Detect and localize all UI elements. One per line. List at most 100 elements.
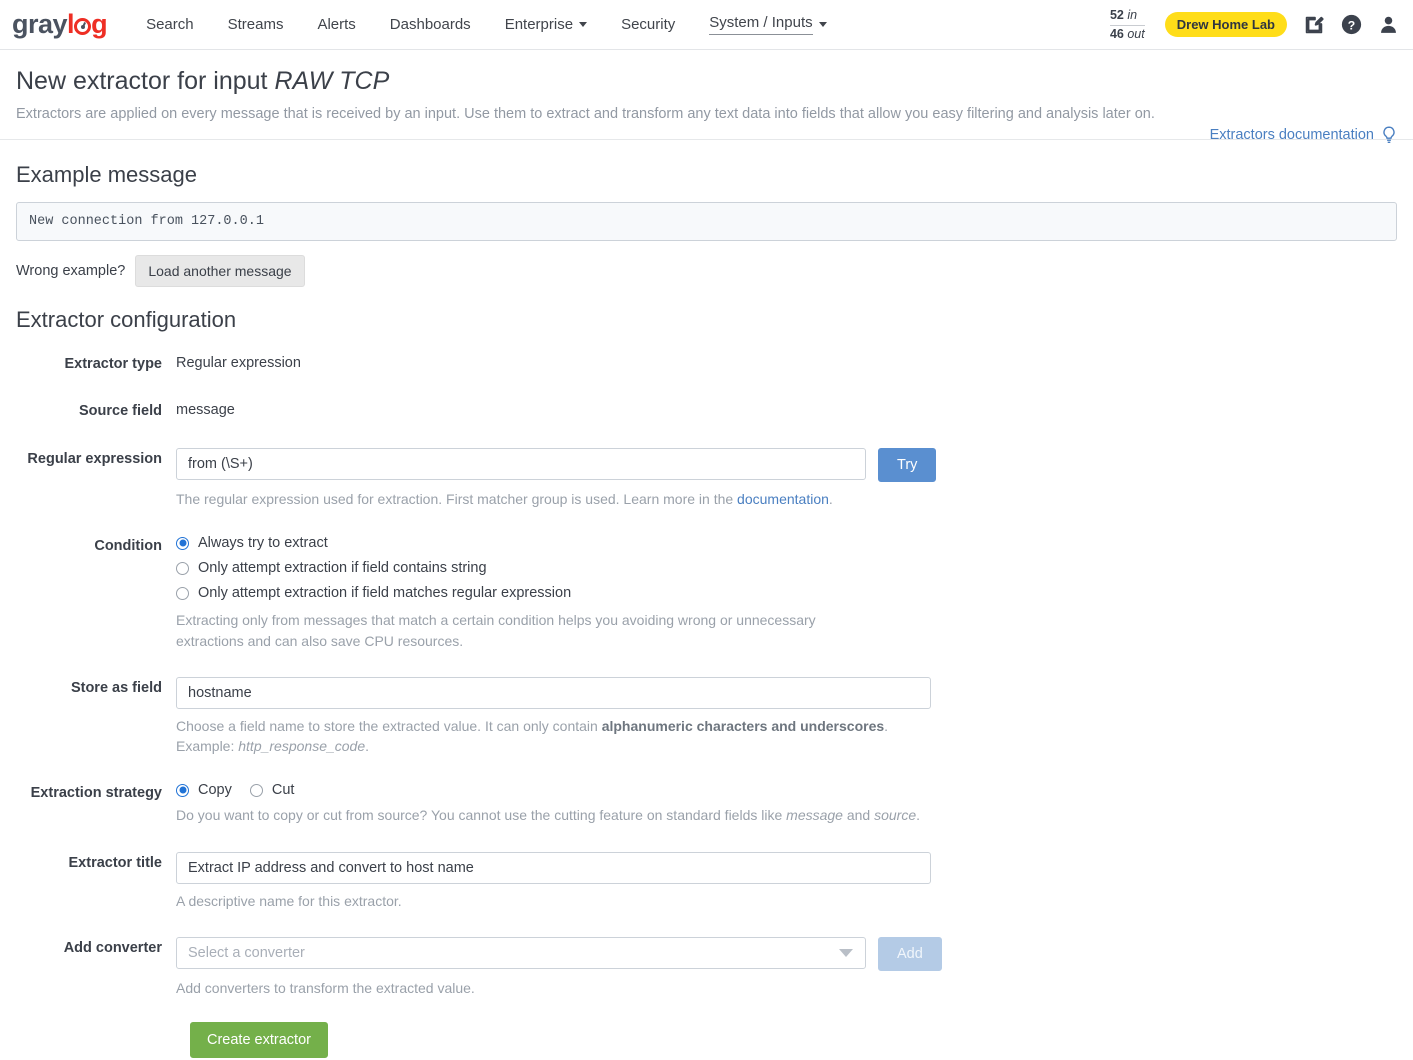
source-field-label: Source field xyxy=(79,403,162,420)
nav-item-dashboards[interactable]: Dashboards xyxy=(373,0,488,49)
nav-item-system-inputs[interactable]: System / Inputs xyxy=(692,0,843,49)
nav-label: Security xyxy=(621,16,676,33)
create-extractor-button[interactable]: Create extractor xyxy=(190,1022,328,1059)
throughput-out-label: out xyxy=(1127,26,1145,41)
form-row-extractor-title: Extractor title A descriptive name for t… xyxy=(16,846,1397,911)
extractor-title-input[interactable] xyxy=(176,851,931,884)
regex-documentation-link[interactable]: documentation xyxy=(737,491,829,507)
form-row-condition: Condition Always try to extract Only att… xyxy=(16,529,1397,651)
load-another-message-button[interactable]: Load another message xyxy=(135,254,305,287)
store-as-field-help: Choose a field name to store the extract… xyxy=(176,716,936,757)
svg-text:?: ? xyxy=(1348,18,1355,32)
wrong-example-row: Wrong example? Load another message xyxy=(16,254,1397,287)
nav-item-enterprise[interactable]: Enterprise xyxy=(488,0,604,49)
page-title-prefix: New extractor for input xyxy=(16,67,275,95)
throughput-in-value: 52 xyxy=(1109,7,1124,22)
example-message-heading: Example message xyxy=(16,161,197,187)
extraction-option-cut[interactable]: Cut xyxy=(249,782,295,799)
logo-text-gray: gray xyxy=(12,9,68,39)
store-as-field-label: Store as field xyxy=(70,679,162,696)
form-row-source-field: Source field message xyxy=(16,394,1397,422)
top-navbar: grayl g Search Streams Alerts Dashboards … xyxy=(0,0,1413,50)
help-part-1: Choose a field name to store the extract… xyxy=(176,717,602,734)
logo-o-icon xyxy=(74,18,92,35)
condition-option-matches-regex[interactable]: Only attempt extraction if field matches… xyxy=(176,585,1397,601)
extractors-documentation-link[interactable]: Extractors documentation xyxy=(1210,126,1397,144)
extractor-configuration-heading: Extractor configuration xyxy=(16,306,237,332)
extraction-strategy-help: Do you want to copy or cut from source? … xyxy=(176,805,936,825)
radio-label: Only attempt extraction if field contain… xyxy=(198,560,487,577)
example-message-box: New connection from 127.0.0.1 xyxy=(16,201,1397,241)
graylog-logo[interactable]: grayl g xyxy=(12,9,108,39)
logo-text-l: l xyxy=(67,9,75,39)
help-example: http_response_code xyxy=(238,738,366,755)
chevron-down-icon xyxy=(579,22,588,27)
help-em-message: message xyxy=(786,807,843,824)
store-as-field-input[interactable] xyxy=(176,676,931,709)
edit-square-icon[interactable] xyxy=(1303,14,1325,36)
nav-label: Enterprise xyxy=(504,16,574,33)
radio-copy[interactable] xyxy=(176,783,189,797)
radio-always-try-to-extract[interactable] xyxy=(176,536,189,550)
radio-label: Copy xyxy=(198,782,232,799)
help-part-1: Do you want to copy or cut from source? … xyxy=(176,807,787,824)
help-text-after: . xyxy=(828,490,833,507)
regular-expression-help: The regular expression used for extracti… xyxy=(176,489,1397,509)
radio-matches-regex[interactable] xyxy=(176,586,189,600)
add-converter-button[interactable]: Add xyxy=(878,937,942,972)
organization-badge[interactable]: Drew Home Lab xyxy=(1164,12,1287,37)
submit-row: Create extractor xyxy=(16,1022,1397,1059)
throughput-in-label: in xyxy=(1127,7,1138,22)
throughput-out-value: 46 xyxy=(1109,26,1124,41)
nav-items: Search Streams Alerts Dashboards Enterpr… xyxy=(129,0,844,49)
extraction-option-copy[interactable]: Copy xyxy=(176,782,232,798)
radio-label: Cut xyxy=(271,782,295,799)
condition-option-always[interactable]: Always try to extract xyxy=(176,535,1397,551)
throughput-indicator[interactable]: 52 in 46 out xyxy=(1109,7,1149,43)
page-subtitle: Extractors are applied on every message … xyxy=(16,106,1155,123)
doc-link-label: Extractors documentation xyxy=(1209,127,1374,143)
regular-expression-label: Regular expression xyxy=(27,450,162,467)
form-row-extractor-type: Extractor type Regular expression xyxy=(16,347,1397,375)
chevron-down-icon xyxy=(839,949,853,958)
nav-label: Streams xyxy=(227,16,284,33)
add-converter-help: Add converters to transform the extracte… xyxy=(176,980,475,997)
chevron-down-icon xyxy=(818,22,827,27)
add-converter-label: Add converter xyxy=(63,940,162,957)
nav-item-search[interactable]: Search xyxy=(129,0,211,49)
help-part-3: . xyxy=(365,738,370,755)
extractor-title-help: A descriptive name for this extractor. xyxy=(176,892,402,909)
help-circle-icon[interactable]: ? xyxy=(1341,14,1362,35)
user-avatar-icon[interactable] xyxy=(1378,14,1399,35)
page-title-input-name: RAW TCP xyxy=(274,67,390,95)
radio-label: Always try to extract xyxy=(198,535,328,552)
nav-label: Search xyxy=(146,16,194,33)
navbar-right: 52 in 46 out Drew Home Lab ? xyxy=(1109,7,1405,43)
help-part-3: . xyxy=(916,807,921,824)
page-header: New extractor for input RAW TCP Extracto… xyxy=(0,50,1413,143)
converter-select[interactable]: Select a converter xyxy=(176,937,866,970)
condition-option-contains-string[interactable]: Only attempt extraction if field contain… xyxy=(176,560,1397,576)
help-text-before: The regular expression used for extracti… xyxy=(176,490,738,507)
regular-expression-input[interactable] xyxy=(176,447,866,480)
try-regex-button[interactable]: Try xyxy=(878,447,937,482)
nav-item-streams[interactable]: Streams xyxy=(211,0,301,49)
help-part-2: and xyxy=(842,807,875,824)
form-row-extraction-strategy: Extraction strategy Copy Cut Do you want… xyxy=(16,776,1397,825)
radio-contains-string[interactable] xyxy=(176,561,189,575)
extraction-strategy-label: Extraction strategy xyxy=(30,785,162,802)
wrong-example-label: Wrong example? xyxy=(16,262,126,279)
page-title: New extractor for input RAW TCP xyxy=(16,66,1397,97)
condition-label: Condition xyxy=(94,538,162,555)
nav-label: System / Inputs xyxy=(709,14,813,35)
nav-item-security[interactable]: Security xyxy=(604,0,692,49)
radio-cut[interactable] xyxy=(249,783,263,797)
extractor-type-label: Extractor type xyxy=(64,355,162,372)
condition-help: Extracting only from messages that match… xyxy=(176,612,816,649)
nav-item-alerts[interactable]: Alerts xyxy=(300,0,372,49)
